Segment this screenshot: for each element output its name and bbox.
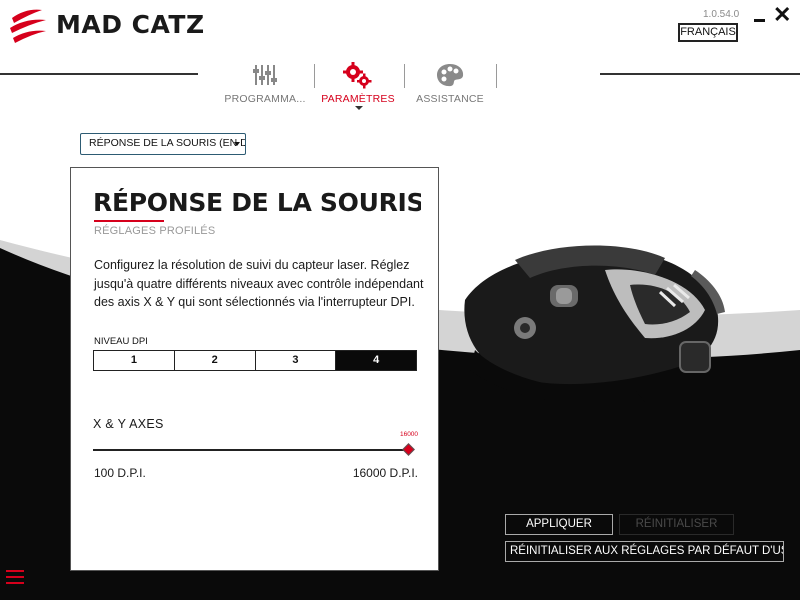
chevron-down-icon [234, 142, 240, 146]
axes-label: X & Y AXES [93, 417, 164, 431]
brand-logo: MAD CATZ [8, 4, 205, 44]
header-divider-left [0, 73, 198, 75]
setting-dropdown[interactable]: RÉPONSE DE LA SOURIS (EN D [80, 133, 246, 155]
tab-settings-label: PARAMÈTRES [321, 93, 395, 105]
tab-assistance[interactable]: ASSISTANCE [405, 60, 495, 105]
header-divider-right [600, 73, 800, 75]
dpi-level-2-button[interactable]: 2 [175, 351, 256, 370]
panel-subtitle: RÉGLAGES PROFILÉS [94, 225, 216, 237]
close-button[interactable]: ✕ [773, 3, 791, 27]
minimize-button[interactable] [754, 8, 766, 24]
dropdown-value: RÉPONSE DE LA SOURIS (EN D [89, 137, 246, 149]
tab-assistance-label: ASSISTANCE [416, 93, 484, 105]
dpi-min-label: 100 D.P.I. [94, 466, 146, 480]
reset-defaults-button[interactable]: RÉINITIALISER AUX RÉGLAGES PAR DÉFAUT D'… [505, 541, 784, 562]
palette-icon [437, 64, 464, 87]
dpi-slider[interactable]: 16000 [93, 431, 419, 462]
panel-description: Configurez la résolution de suivi du cap… [94, 258, 424, 309]
gears-icon [343, 62, 372, 89]
claw-logo-icon [10, 9, 46, 43]
slider-track [93, 449, 409, 451]
settings-panel: RÉPONSE DE LA SOURIS (EN DPI) RÉGLAGES P… [70, 167, 439, 571]
page-title: RÉPONSE DE LA SOURIS (EN DPI) [93, 188, 421, 217]
apply-button[interactable]: APPLIQUER [505, 514, 613, 535]
dpi-level-selector: 1 2 3 4 [93, 350, 417, 371]
menu-icon[interactable] [6, 570, 28, 586]
mouse-product-image [464, 245, 725, 405]
version-label: 1.0.54.0 [703, 9, 740, 20]
active-tab-caret-icon [355, 106, 363, 110]
brand-name: MAD CATZ [56, 9, 205, 39]
tab-settings[interactable]: PARAMÈTRES [313, 60, 403, 105]
dpi-level-3-button[interactable]: 3 [256, 351, 337, 370]
language-button[interactable]: FRANÇAIS [678, 23, 738, 42]
reset-button[interactable]: RÉINITIALISER [619, 514, 734, 535]
title-underline [94, 220, 164, 222]
tab-programming-label: PROGRAMMA... [224, 93, 306, 105]
tab-programming[interactable]: PROGRAMMA... [220, 60, 310, 105]
dpi-level-4-button[interactable]: 4 [336, 351, 416, 370]
dpi-level-label: NIVEAU DPI [94, 336, 148, 347]
dpi-level-1-button[interactable]: 1 [94, 351, 175, 370]
sliders-icon [253, 65, 277, 85]
dpi-max-label: 16000 D.P.I. [352, 466, 418, 480]
slider-value-label: 16000 [399, 431, 419, 438]
tab-separator [496, 64, 497, 88]
slider-handle[interactable] [402, 443, 415, 456]
